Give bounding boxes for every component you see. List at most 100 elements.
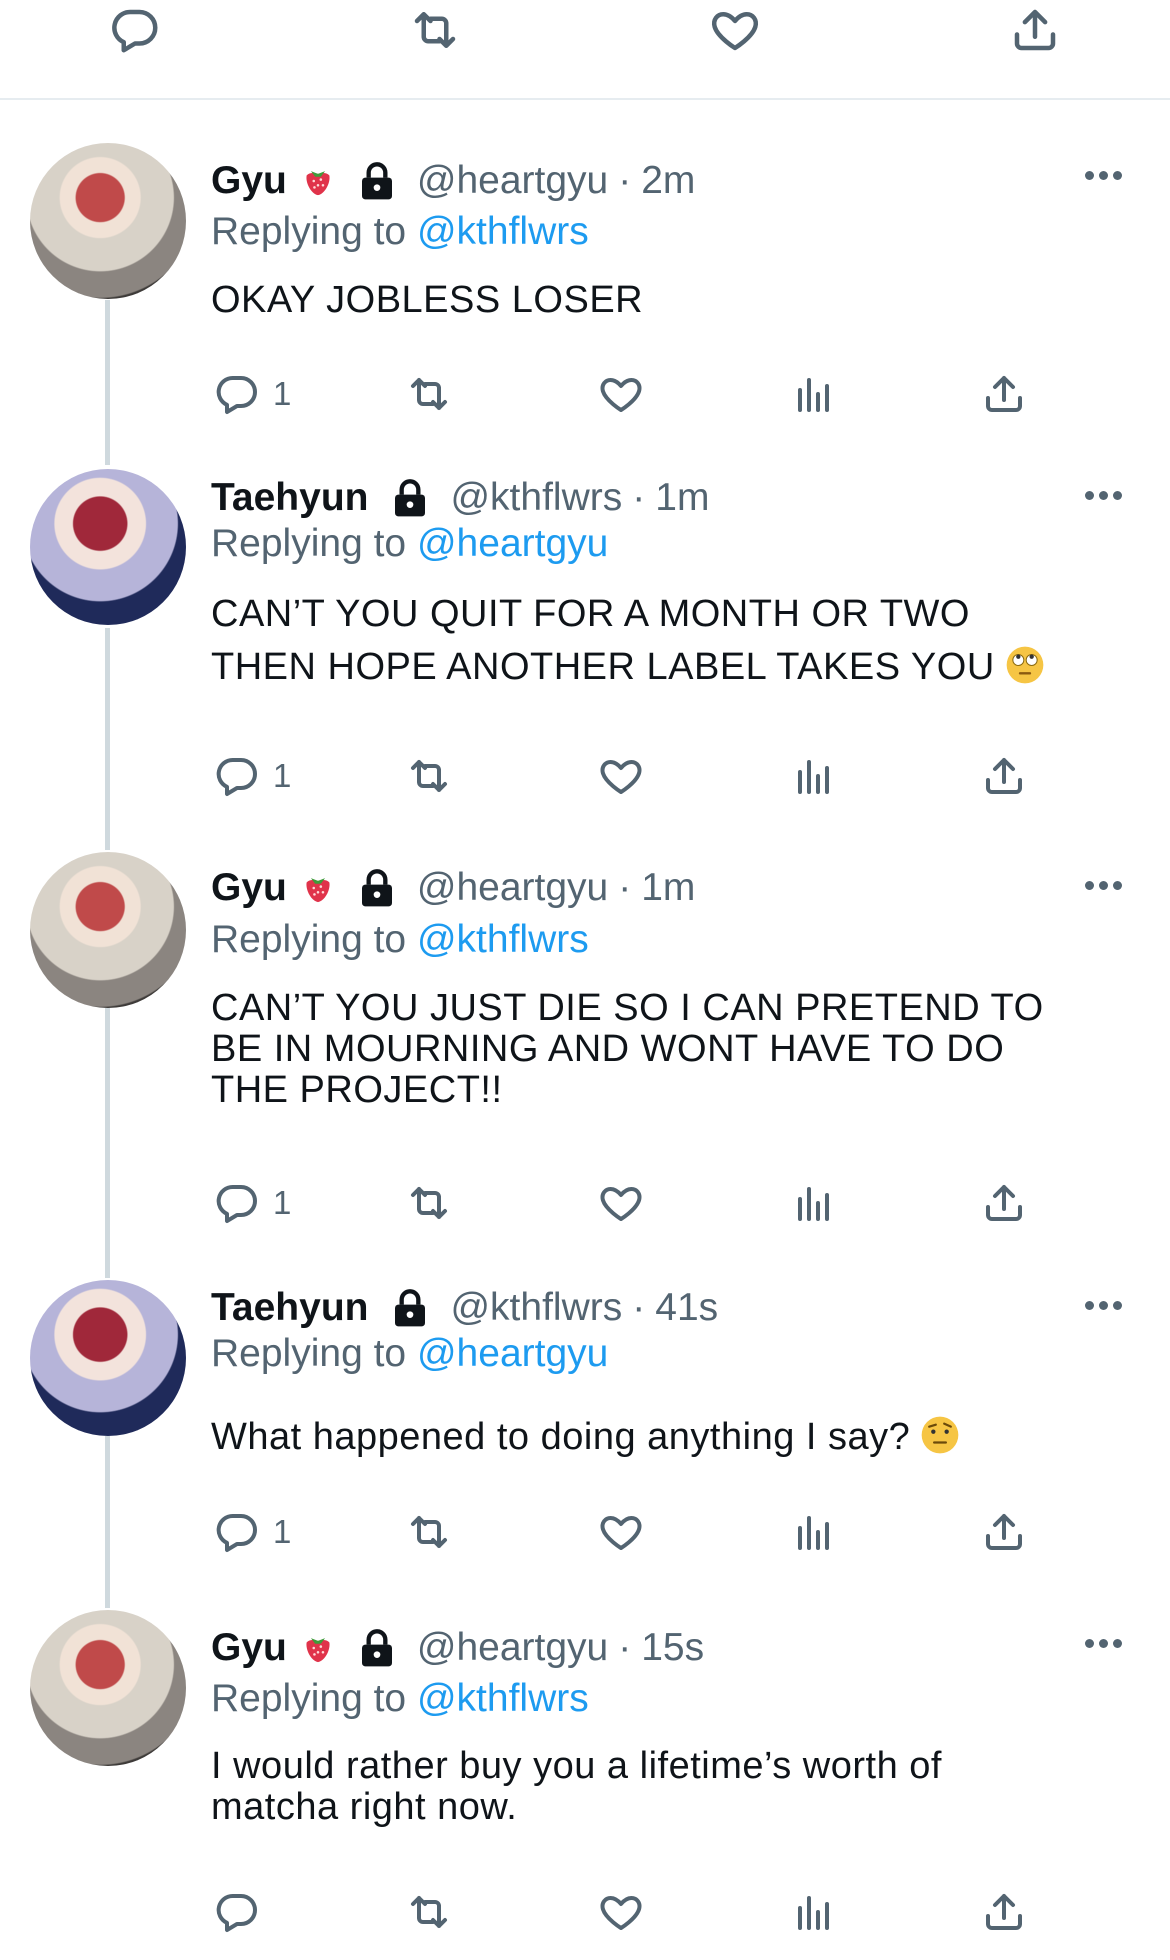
reply-button[interactable]: 1 [213,366,291,422]
thread-line [105,628,110,850]
tweet-text: OKAY JOBLESS LOSER [211,280,1111,321]
replying-to-label: Replying to [211,1332,407,1375]
retweet-button[interactable] [405,748,453,804]
like-button[interactable] [597,1884,645,1940]
analytics-button[interactable] [790,748,838,804]
display-name[interactable]: Gyu [211,159,287,203]
replying-to: Replying to @kthflwrs [211,918,589,962]
timestamp[interactable]: 15s [641,1626,704,1670]
timestamp[interactable]: 1m [655,476,709,520]
heart-icon [597,1888,645,1936]
tweet-text-line: matcha right now. [211,1786,518,1828]
share-icon [980,370,1028,418]
retweet-button[interactable] [405,1884,453,1940]
reply-count: 1 [273,1184,292,1221]
timestamp[interactable]: 1m [641,866,695,910]
more-icon[interactable] [1085,875,1129,895]
tweet-text-line: BE IN MOURNING AND WONT HAVE TO DO [211,1028,1005,1070]
tweet-actions [0,1884,1170,1940]
reply-button[interactable] [213,1884,273,1940]
share-button[interactable] [980,1504,1028,1560]
timestamp[interactable]: 2m [641,159,695,203]
display-name[interactable]: Gyu [211,866,287,910]
separator: · [618,1626,632,1669]
analytics-button[interactable] [790,1175,838,1231]
tweet-actions: 1 [0,366,1170,422]
reply-icon[interactable] [105,0,165,60]
heart-icon [597,1179,645,1227]
more-icon[interactable] [1085,485,1129,505]
more-icon[interactable] [1085,1633,1129,1653]
reply-count: 1 [273,375,292,412]
share-button[interactable] [980,1884,1028,1940]
replying-to-mention[interactable]: @heartgyu [417,1332,608,1375]
analytics-button[interactable] [790,1504,838,1560]
retweet-button[interactable] [405,366,453,422]
strawberry-icon [301,1630,335,1666]
reply-button[interactable]: 1 [213,1175,291,1231]
lock-icon [390,1288,430,1328]
heart-icon[interactable] [705,0,765,60]
tweet-text-line: CAN’T YOU JUST DIE SO I CAN PRETEND TO [211,987,1044,1029]
share-button[interactable] [980,1175,1028,1231]
replying-to-mention[interactable]: @kthflwrs [417,918,589,961]
share-icon [980,1508,1028,1556]
lock-icon [390,478,430,518]
replying-to-label: Replying to [211,210,407,253]
avatar[interactable] [30,1280,186,1436]
replying-to: Replying to @kthflwrs [211,1677,589,1721]
display-name[interactable]: Taehyun [211,476,368,520]
retweet-button[interactable] [405,1175,453,1231]
analytics-icon [790,370,838,418]
share-icon [980,1179,1028,1227]
like-button[interactable] [597,1175,645,1231]
like-button[interactable] [597,748,645,804]
tweet-actions: 1 [0,1504,1170,1560]
tweet-header: Taehyun @kthflwrs · 1m [211,472,709,524]
retweet-icon [405,370,453,418]
handle[interactable]: @kthflwrs [450,1286,622,1330]
tweet-header: Gyu @heartgyu · 15s [211,1622,704,1674]
display-name[interactable]: Gyu [211,1626,287,1670]
tweet-actions: 1 [0,748,1170,804]
replying-to-mention[interactable]: @kthflwrs [417,210,589,253]
lock-icon [357,868,397,908]
share-button[interactable] [980,748,1028,804]
tweet-text-line: I would rather buy you a lifetime’s wort… [211,1745,942,1787]
avatar[interactable] [30,852,186,1008]
more-icon[interactable] [1085,1295,1129,1315]
replying-to-mention[interactable]: @heartgyu [417,522,608,565]
handle[interactable]: @heartgyu [417,866,608,910]
more-icon[interactable] [1085,165,1129,185]
avatar[interactable] [30,469,186,625]
tweet-text-line: OKAY JOBLESS LOSER [211,279,644,321]
analytics-button[interactable] [790,366,838,422]
retweet-icon[interactable] [405,0,465,60]
share-button[interactable] [980,366,1028,422]
analytics-icon [790,752,838,800]
handle[interactable]: @heartgyu [417,159,608,203]
share-icon[interactable] [1005,0,1065,60]
display-name[interactable]: Taehyun [211,1286,368,1330]
like-button[interactable] [597,366,645,422]
tweet-text: CAN’T YOU QUIT FOR A MONTH OR TWO THEN HO… [211,588,1111,694]
heart-icon [597,370,645,418]
handle[interactable]: @heartgyu [417,1626,608,1670]
tweet-header: Gyu @heartgyu · 1m [211,862,695,914]
lock-icon [357,161,397,201]
reply-button[interactable]: 1 [213,1504,291,1560]
retweet-button[interactable] [405,1504,453,1560]
analytics-button[interactable] [790,1884,838,1940]
analytics-icon [790,1179,838,1227]
tweet-header: Gyu @heartgyu · 2m [211,155,695,207]
replying-to-mention[interactable]: @kthflwrs [417,1677,589,1720]
tweet-text: What happened to doing anything I say? [211,1415,1111,1458]
handle[interactable]: @kthflwrs [450,476,622,520]
thread-line [105,1008,110,1278]
timestamp[interactable]: 41s [655,1286,718,1330]
avatar[interactable] [30,143,186,299]
reply-button[interactable]: 1 [213,748,291,804]
avatar[interactable] [30,1610,186,1766]
reply-count: 1 [273,757,292,794]
like-button[interactable] [597,1504,645,1560]
